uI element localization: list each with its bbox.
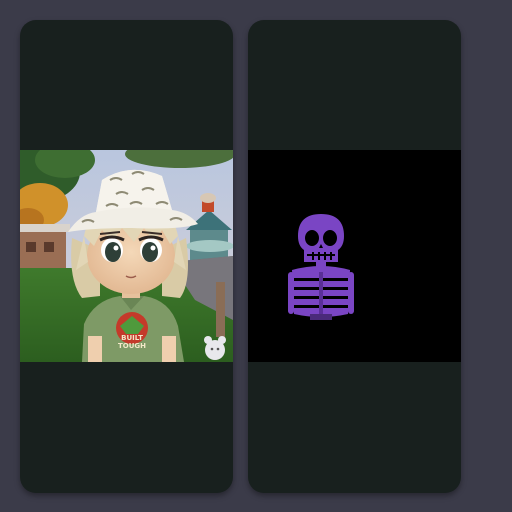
avatar-illustration: BUILT TOUGH (20, 150, 233, 362)
skeleton-image[interactable] (248, 150, 461, 362)
shirt-text-line1: BUILT (121, 334, 143, 342)
shirt-text-line2: TOUGH (118, 342, 146, 350)
avatar-image[interactable]: BUILT TOUGH (20, 150, 233, 362)
media-grid: BUILT TOUGH (0, 0, 512, 512)
media-card-avatar[interactable]: BUILT TOUGH (20, 20, 233, 493)
media-card-skeleton[interactable] (248, 20, 461, 493)
skeleton-illustration (248, 150, 461, 362)
